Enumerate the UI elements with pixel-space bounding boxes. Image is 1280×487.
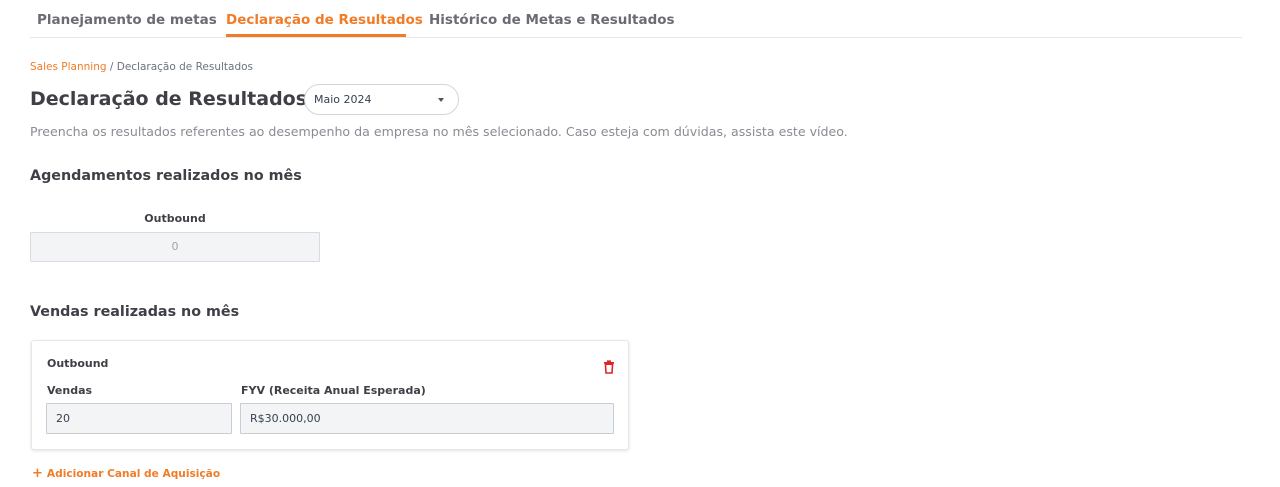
breadcrumb-separator: /: [106, 61, 117, 73]
agendamentos-section-title: Agendamentos realizados no mês: [30, 168, 302, 184]
breadcrumb-current: Declaração de Resultados: [116, 61, 254, 73]
caret-down-icon: [438, 98, 444, 102]
page-title: Declaração de Resultados: [30, 88, 308, 110]
add-canal-button[interactable]: + Adicionar Canal de Aquisição: [32, 466, 220, 481]
add-canal-label: Adicionar Canal de Aquisição: [46, 468, 221, 480]
tab-declaracao-de-resultados[interactable]: Declaração de Resultados: [226, 12, 423, 28]
page-subtitle: Preencha os resultados referentes ao des…: [30, 124, 848, 139]
tab-historico-de-metas-e-resultados[interactable]: Histórico de Metas e Resultados: [429, 12, 675, 28]
vendas-input[interactable]: 20: [46, 403, 232, 434]
month-select-value: Maio 2024: [314, 93, 372, 106]
trash-icon[interactable]: [603, 359, 615, 374]
plus-icon: +: [32, 466, 43, 481]
breadcrumb: Sales Planning / Declaração de Resultado…: [30, 61, 253, 73]
outbound-agendamentos-input[interactable]: 0: [30, 232, 320, 262]
month-select[interactable]: Maio 2024: [304, 84, 459, 115]
tab-planejamento-de-metas[interactable]: Planejamento de metas: [37, 12, 217, 28]
card-channel-title: Outbound: [47, 357, 109, 370]
fyv-label: FYV (Receita Anual Esperada): [241, 384, 426, 397]
outbound-agendamentos-label: Outbound: [144, 212, 206, 225]
fyv-input[interactable]: R$30.000,00: [240, 403, 614, 434]
breadcrumb-sales-planning-link[interactable]: Sales Planning: [30, 61, 107, 73]
tab-bar: Planejamento de metas Declaração de Resu…: [30, 0, 1242, 38]
vendas-section-title: Vendas realizadas no mês: [30, 304, 240, 320]
vendas-label: Vendas: [47, 384, 93, 397]
vendas-channel-card: Outbound Vendas FYV (Receita Anual Esper…: [31, 340, 629, 450]
active-tab-indicator: [226, 34, 406, 37]
